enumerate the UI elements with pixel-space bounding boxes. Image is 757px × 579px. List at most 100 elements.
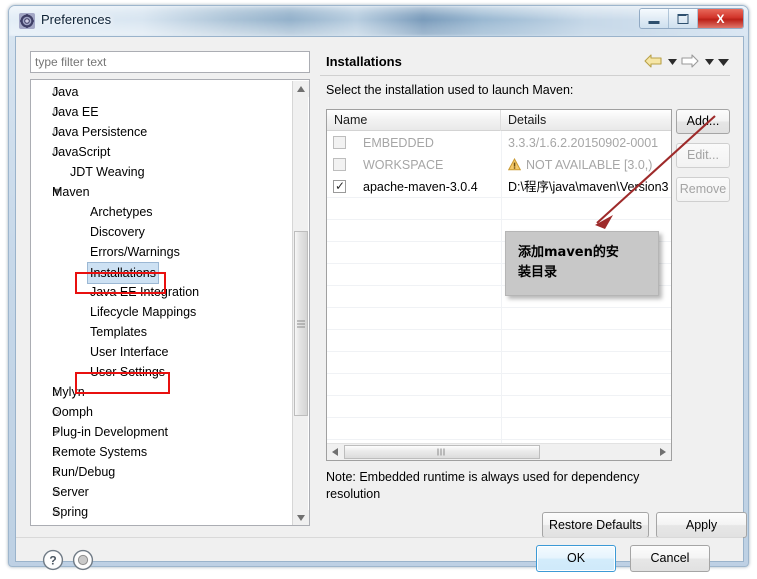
table-scrollbar-thumb[interactable] — [344, 445, 540, 459]
row-checkbox[interactable]: ✓ — [333, 179, 346, 193]
tree-item-java-ee-integration[interactable]: Java EE Integration — [31, 282, 293, 302]
tree-item-label: Java EE Integration — [90, 285, 200, 299]
panel-menu-chevron-down-icon[interactable] — [717, 53, 730, 71]
scrollbar-grip-icon — [437, 448, 447, 456]
table-row[interactable]: EMBEDDED 3.3.3/1.6.2.20150902-0001 — [327, 132, 671, 154]
tree-item-label: Server — [52, 485, 89, 499]
restore-defaults-label: Restore Defaults — [548, 518, 643, 532]
tree-item-mylyn[interactable]: Mylyn — [31, 382, 293, 402]
tree-item-label: JavaScript — [52, 145, 111, 159]
panel-title-separator — [320, 75, 730, 76]
ok-label: OK — [566, 551, 586, 565]
tree-item-label: Java EE — [52, 105, 99, 119]
tree-item-oomph[interactable]: Oomph — [31, 402, 293, 422]
column-header-name[interactable]: Name — [327, 110, 501, 131]
edit-button-label: Edit... — [687, 148, 719, 162]
tree-item-lifecycle-mappings[interactable]: Lifecycle Mappings — [31, 302, 293, 322]
cancel-label: Cancel — [650, 551, 690, 565]
annotation-line-2: 装目录 — [518, 265, 558, 280]
question-mark-icon[interactable]: ? — [42, 549, 64, 571]
apply-button[interactable]: Apply — [656, 512, 747, 538]
maximize-button[interactable] — [669, 9, 698, 28]
cell-details: NOT AVAILABLE [3.0,) — [508, 154, 671, 176]
tree-item-java[interactable]: Java — [31, 82, 293, 102]
preferences-window: Preferences X type filter text Java Java… — [8, 5, 749, 572]
tree-item-run-debug[interactable]: Run/Debug — [31, 462, 293, 482]
tree-item-archetypes[interactable]: Archetypes — [31, 202, 293, 222]
annotation-line-1: 添加maven的安 — [518, 245, 619, 260]
tree-item-label: Templates — [90, 325, 147, 339]
table-row[interactable]: WORKSPACE NOT AVAILABLE [3.0,) — [327, 154, 671, 176]
circle-icon[interactable] — [72, 549, 94, 571]
tree-item-user-interface[interactable]: User Interface — [31, 342, 293, 362]
tree-item-label: User Interface — [90, 345, 169, 359]
scroll-left-icon[interactable] — [327, 444, 343, 460]
tree-scrollbar-thumb[interactable] — [294, 231, 308, 416]
tree-node-list: Java Java EE Java Persistence JavaScript… — [31, 82, 293, 522]
cell-name: EMBEDDED — [363, 136, 434, 150]
forward-history-chevron-down-icon[interactable] — [703, 53, 716, 71]
scroll-down-icon[interactable] — [293, 510, 309, 525]
tree-item-server[interactable]: Server — [31, 482, 293, 502]
window-titlebar[interactable]: Preferences X — [9, 6, 748, 36]
tree-item-label: Archetypes — [90, 205, 153, 219]
tree-item-java-ee[interactable]: Java EE — [31, 102, 293, 122]
dialog-client-area: Java Java EE Java Persistenc — [15, 36, 747, 572]
tree-item-jdt-weaving[interactable]: JDT Weaving — [31, 162, 293, 182]
add-button[interactable]: Add... — [676, 109, 730, 134]
svg-text:?: ? — [49, 554, 56, 568]
tree-item-label: Java — [52, 85, 79, 99]
restore-defaults-button[interactable]: Restore Defaults — [542, 512, 649, 538]
scroll-up-icon[interactable] — [293, 81, 309, 97]
ok-button[interactable]: OK — [536, 545, 616, 572]
tree-item-label: Lifecycle Mappings — [90, 305, 197, 319]
back-arrow-icon[interactable] — [643, 53, 665, 71]
scrollbar-grip-icon — [297, 320, 305, 327]
cell-name: WORKSPACE — [363, 158, 444, 172]
preferences-tree[interactable]: Java Java EE Java Persistence JavaScript… — [30, 79, 310, 526]
warning-icon — [508, 156, 522, 171]
row-checkbox[interactable] — [333, 158, 346, 171]
tree-item-javascript[interactable]: JavaScript — [31, 142, 293, 162]
back-history-chevron-down-icon[interactable] — [666, 53, 679, 71]
table-row[interactable]: ✓ apache-maven-3.0.4 D:\程序\java\maven\Ve… — [327, 176, 671, 198]
tree-item-spring[interactable]: Spring — [31, 502, 293, 522]
tree-item-errors-warnings[interactable]: Errors/Warnings — [31, 242, 293, 262]
tree-item-label: Spring — [52, 505, 89, 519]
tree-item-java-persistence[interactable]: Java Persistence — [31, 122, 293, 142]
close-button[interactable]: X — [698, 9, 743, 28]
window-title: Preferences — [41, 12, 112, 27]
annotation-callout: 添加maven的安 装目录 — [505, 231, 659, 296]
row-checkbox[interactable] — [333, 136, 346, 149]
tree-item-discovery[interactable]: Discovery — [31, 222, 293, 242]
tree-item-label: User Settings — [90, 365, 166, 379]
tree-item-label: Discovery — [90, 225, 145, 239]
edit-button[interactable]: Edit... — [676, 143, 730, 168]
instruction-label: Select the installation used to launch M… — [326, 83, 574, 97]
tree-item-plug-in-development[interactable]: Plug-in Development — [31, 422, 293, 442]
tree-item-remote-systems[interactable]: Remote Systems — [31, 442, 293, 462]
preferences-tree-pane: Java Java EE Java Persistenc — [30, 51, 310, 526]
minimize-icon — [648, 21, 660, 24]
tree-item-maven[interactable]: Maven — [31, 182, 293, 202]
titlebar-highlight — [9, 6, 748, 20]
cell-name: apache-maven-3.0.4 — [363, 180, 478, 194]
forward-arrow-icon[interactable] — [680, 53, 702, 71]
cell-details: 3.3.3/1.6.2.20150902-0001 — [508, 136, 659, 150]
footer-separator — [16, 537, 743, 538]
cancel-button[interactable]: Cancel — [630, 545, 710, 572]
tree-item-label: Maven — [52, 185, 90, 199]
table-header: Name Details — [327, 110, 671, 131]
tree-item-user-settings[interactable]: User Settings — [31, 362, 293, 382]
window-controls: X — [639, 8, 744, 29]
column-header-details[interactable]: Details — [501, 110, 671, 131]
minimize-button[interactable] — [640, 9, 669, 28]
tree-vertical-scrollbar[interactable] — [292, 81, 309, 525]
scroll-right-icon[interactable] — [655, 444, 671, 460]
maximize-icon — [677, 13, 689, 24]
table-horizontal-scrollbar[interactable] — [327, 443, 671, 460]
remove-button[interactable]: Remove — [676, 177, 730, 202]
tree-item-installations[interactable]: Installations — [31, 262, 293, 284]
filter-input[interactable] — [30, 51, 310, 73]
tree-item-templates[interactable]: Templates — [31, 322, 293, 342]
